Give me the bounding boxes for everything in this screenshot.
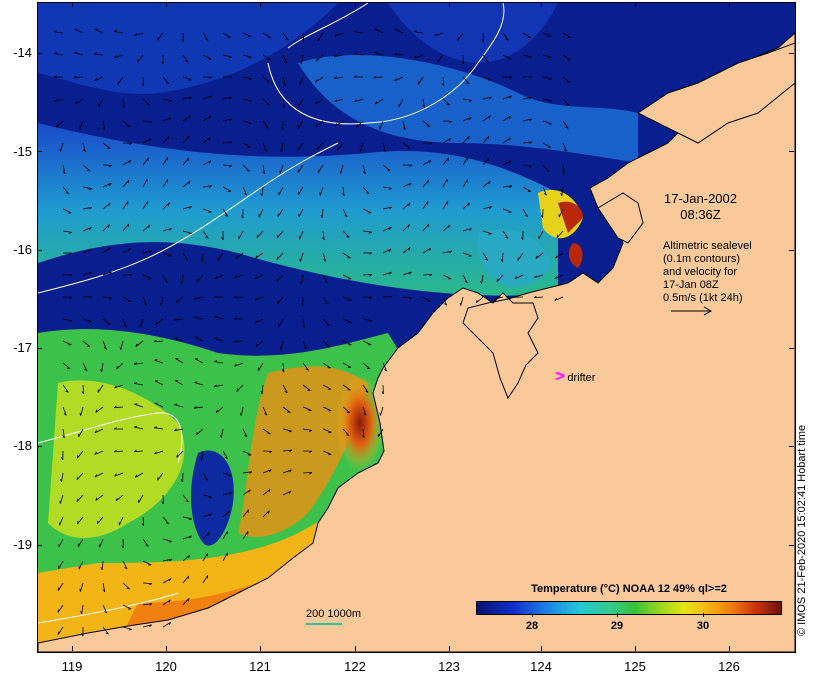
velocity-arrow-head: [107, 147, 111, 149]
velocity-arrow-head: [307, 389, 311, 391]
lon-tick: [729, 2, 730, 7]
lat-tick: [789, 53, 794, 54]
velocity-arrow-head: [277, 301, 279, 305]
velocity-arrow-head: [488, 233, 492, 235]
colorbar-title: Temperature (°C) NOAA 12 49% ql>=2: [531, 583, 727, 595]
lat-tick: [789, 151, 794, 152]
lon-label-124: 124: [530, 659, 552, 674]
temperature-colorbar: [476, 601, 782, 615]
lat-label-14: -14: [13, 45, 32, 60]
velocity-arrow-head: [366, 367, 370, 370]
colorbar-label-28: 28: [525, 620, 539, 632]
drifter-legend: > drifter: [556, 368, 595, 386]
lon-tick: [355, 646, 356, 651]
sst-map: >: [38, 3, 795, 652]
drifter-symbol: >: [556, 368, 566, 385]
colorbar-tick: [532, 613, 533, 617]
map-panel: >: [37, 2, 796, 653]
lat-tick: [789, 545, 794, 546]
depth-contour-key: [306, 623, 342, 625]
lat-tick: [37, 250, 42, 251]
drifter-label: drifter: [567, 372, 596, 384]
lon-label-122: 122: [344, 659, 366, 674]
velocity-arrow-head: [387, 169, 391, 171]
velocity-arrow-head: [127, 223, 129, 227]
lon-label-121: 121: [249, 659, 271, 674]
velocity-arrow-head: [147, 157, 149, 161]
velocity-arrow-head: [427, 125, 431, 127]
velocity-arrow-head: [208, 211, 212, 213]
lat-tick: [789, 446, 794, 447]
colorbar-tick: [617, 613, 618, 617]
credit-text: © IMOS 21-Feb-2020 15:02:41 Hobart time: [796, 424, 808, 636]
lat-tick: [789, 250, 794, 251]
velocity-arrow-head: [77, 521, 79, 525]
lon-label-120: 120: [155, 659, 177, 674]
lat-label-16: -16: [13, 242, 32, 257]
velocity-arrow-head: [187, 575, 189, 579]
velocity-arrow-head: [567, 81, 571, 83]
lon-tick: [260, 646, 261, 651]
legend-line: 17-Jan 08Z: [663, 279, 719, 291]
velocity-arrow-head: [188, 79, 192, 81]
velocity-arrow-head: [468, 255, 472, 257]
lat-tick: [37, 545, 42, 546]
velocity-arrow-head: [77, 455, 79, 459]
colorbar-tick: [703, 613, 704, 617]
lon-tick: [635, 2, 636, 7]
image-date-day: 17-Jan-2002: [664, 191, 737, 206]
legend-line: 0.5m/s (1kt 24h): [663, 292, 743, 304]
lon-tick: [635, 646, 636, 651]
velocity-arrow-head: [508, 211, 512, 213]
lat-tick: [37, 151, 42, 152]
velocity-arrow-head: [86, 345, 90, 348]
lon-tick: [355, 2, 356, 7]
legend-line: and velocity for: [663, 266, 737, 278]
legend-line: Altimetric sealevel: [663, 240, 752, 252]
lon-tick: [449, 646, 450, 651]
lon-label-125: 125: [624, 659, 646, 674]
lat-label-17: -17: [13, 340, 32, 355]
lat-label-18: -18: [13, 438, 32, 453]
velocity-arrow-head: [247, 509, 249, 513]
velocity-arrow-head: [154, 359, 158, 361]
depth-contour-label: 200 1000m: [306, 608, 362, 620]
reference-velocity-arrow: [671, 306, 713, 316]
lon-tick: [729, 646, 730, 651]
lon-label-119: 119: [61, 659, 83, 674]
altimetry-legend: Altimetric sealevel (0.1m contours) and …: [663, 240, 752, 305]
lon-tick: [72, 2, 73, 7]
lat-tick: [37, 446, 42, 447]
lon-label-126: 126: [718, 659, 740, 674]
lon-tick: [541, 646, 542, 651]
lat-tick: [37, 53, 42, 54]
velocity-arrow-head: [379, 126, 381, 130]
lon-tick: [449, 2, 450, 7]
lon-tick: [260, 2, 261, 7]
lon-label-123: 123: [438, 659, 460, 674]
image-date: 17-Jan-2002 08:36Z: [664, 191, 737, 223]
lon-tick: [541, 2, 542, 7]
lat-label-19: -19: [13, 537, 32, 552]
lon-tick: [166, 2, 167, 7]
lat-tick: [789, 348, 794, 349]
velocity-arrow-head: [319, 192, 321, 196]
colorbar-label-30: 30: [696, 620, 710, 632]
lon-tick: [72, 646, 73, 651]
lat-label-15: -15: [13, 144, 32, 159]
image-date-time: 08:36Z: [680, 207, 721, 222]
legend-line: (0.1m contours): [663, 253, 741, 265]
velocity-arrow-head: [488, 79, 492, 81]
lat-tick: [37, 348, 42, 349]
lon-tick: [166, 646, 167, 651]
velocity-arrow-head: [228, 475, 232, 477]
colorbar-label-29: 29: [610, 620, 624, 632]
